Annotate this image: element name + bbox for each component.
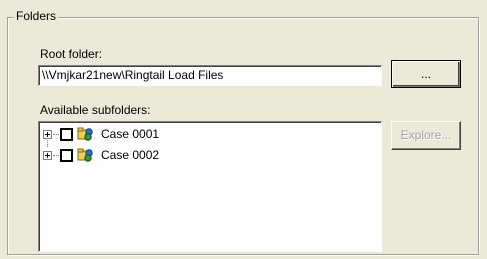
root-folder-label: Root folder: xyxy=(40,47,103,61)
browse-button[interactable]: ... xyxy=(391,60,461,88)
expand-icon[interactable] xyxy=(43,150,52,160)
subfolder-checkbox[interactable] xyxy=(60,127,73,141)
explore-button[interactable]: Explore... xyxy=(391,121,461,150)
folder-icon xyxy=(77,127,93,141)
tree-item[interactable]: Case 0001 xyxy=(43,126,159,142)
folders-group-title: Folders xyxy=(14,9,59,23)
tree-item[interactable]: Case 0002 xyxy=(43,147,159,163)
available-subfolders-label: Available subfolders: xyxy=(40,103,151,117)
tree-connector xyxy=(53,133,59,135)
folder-icon xyxy=(77,148,93,162)
expand-icon[interactable] xyxy=(43,129,52,139)
subfolder-label: Case 0002 xyxy=(101,148,160,162)
subfolder-label: Case 0001 xyxy=(101,127,160,141)
subfolder-checkbox[interactable] xyxy=(60,148,73,162)
root-folder-input[interactable]: \\Vmjkar21new\Ringtail Load Files xyxy=(38,65,382,86)
tree-connector xyxy=(53,154,59,156)
subfolders-tree[interactable]: Case 0001 Case 0002 xyxy=(38,121,382,252)
